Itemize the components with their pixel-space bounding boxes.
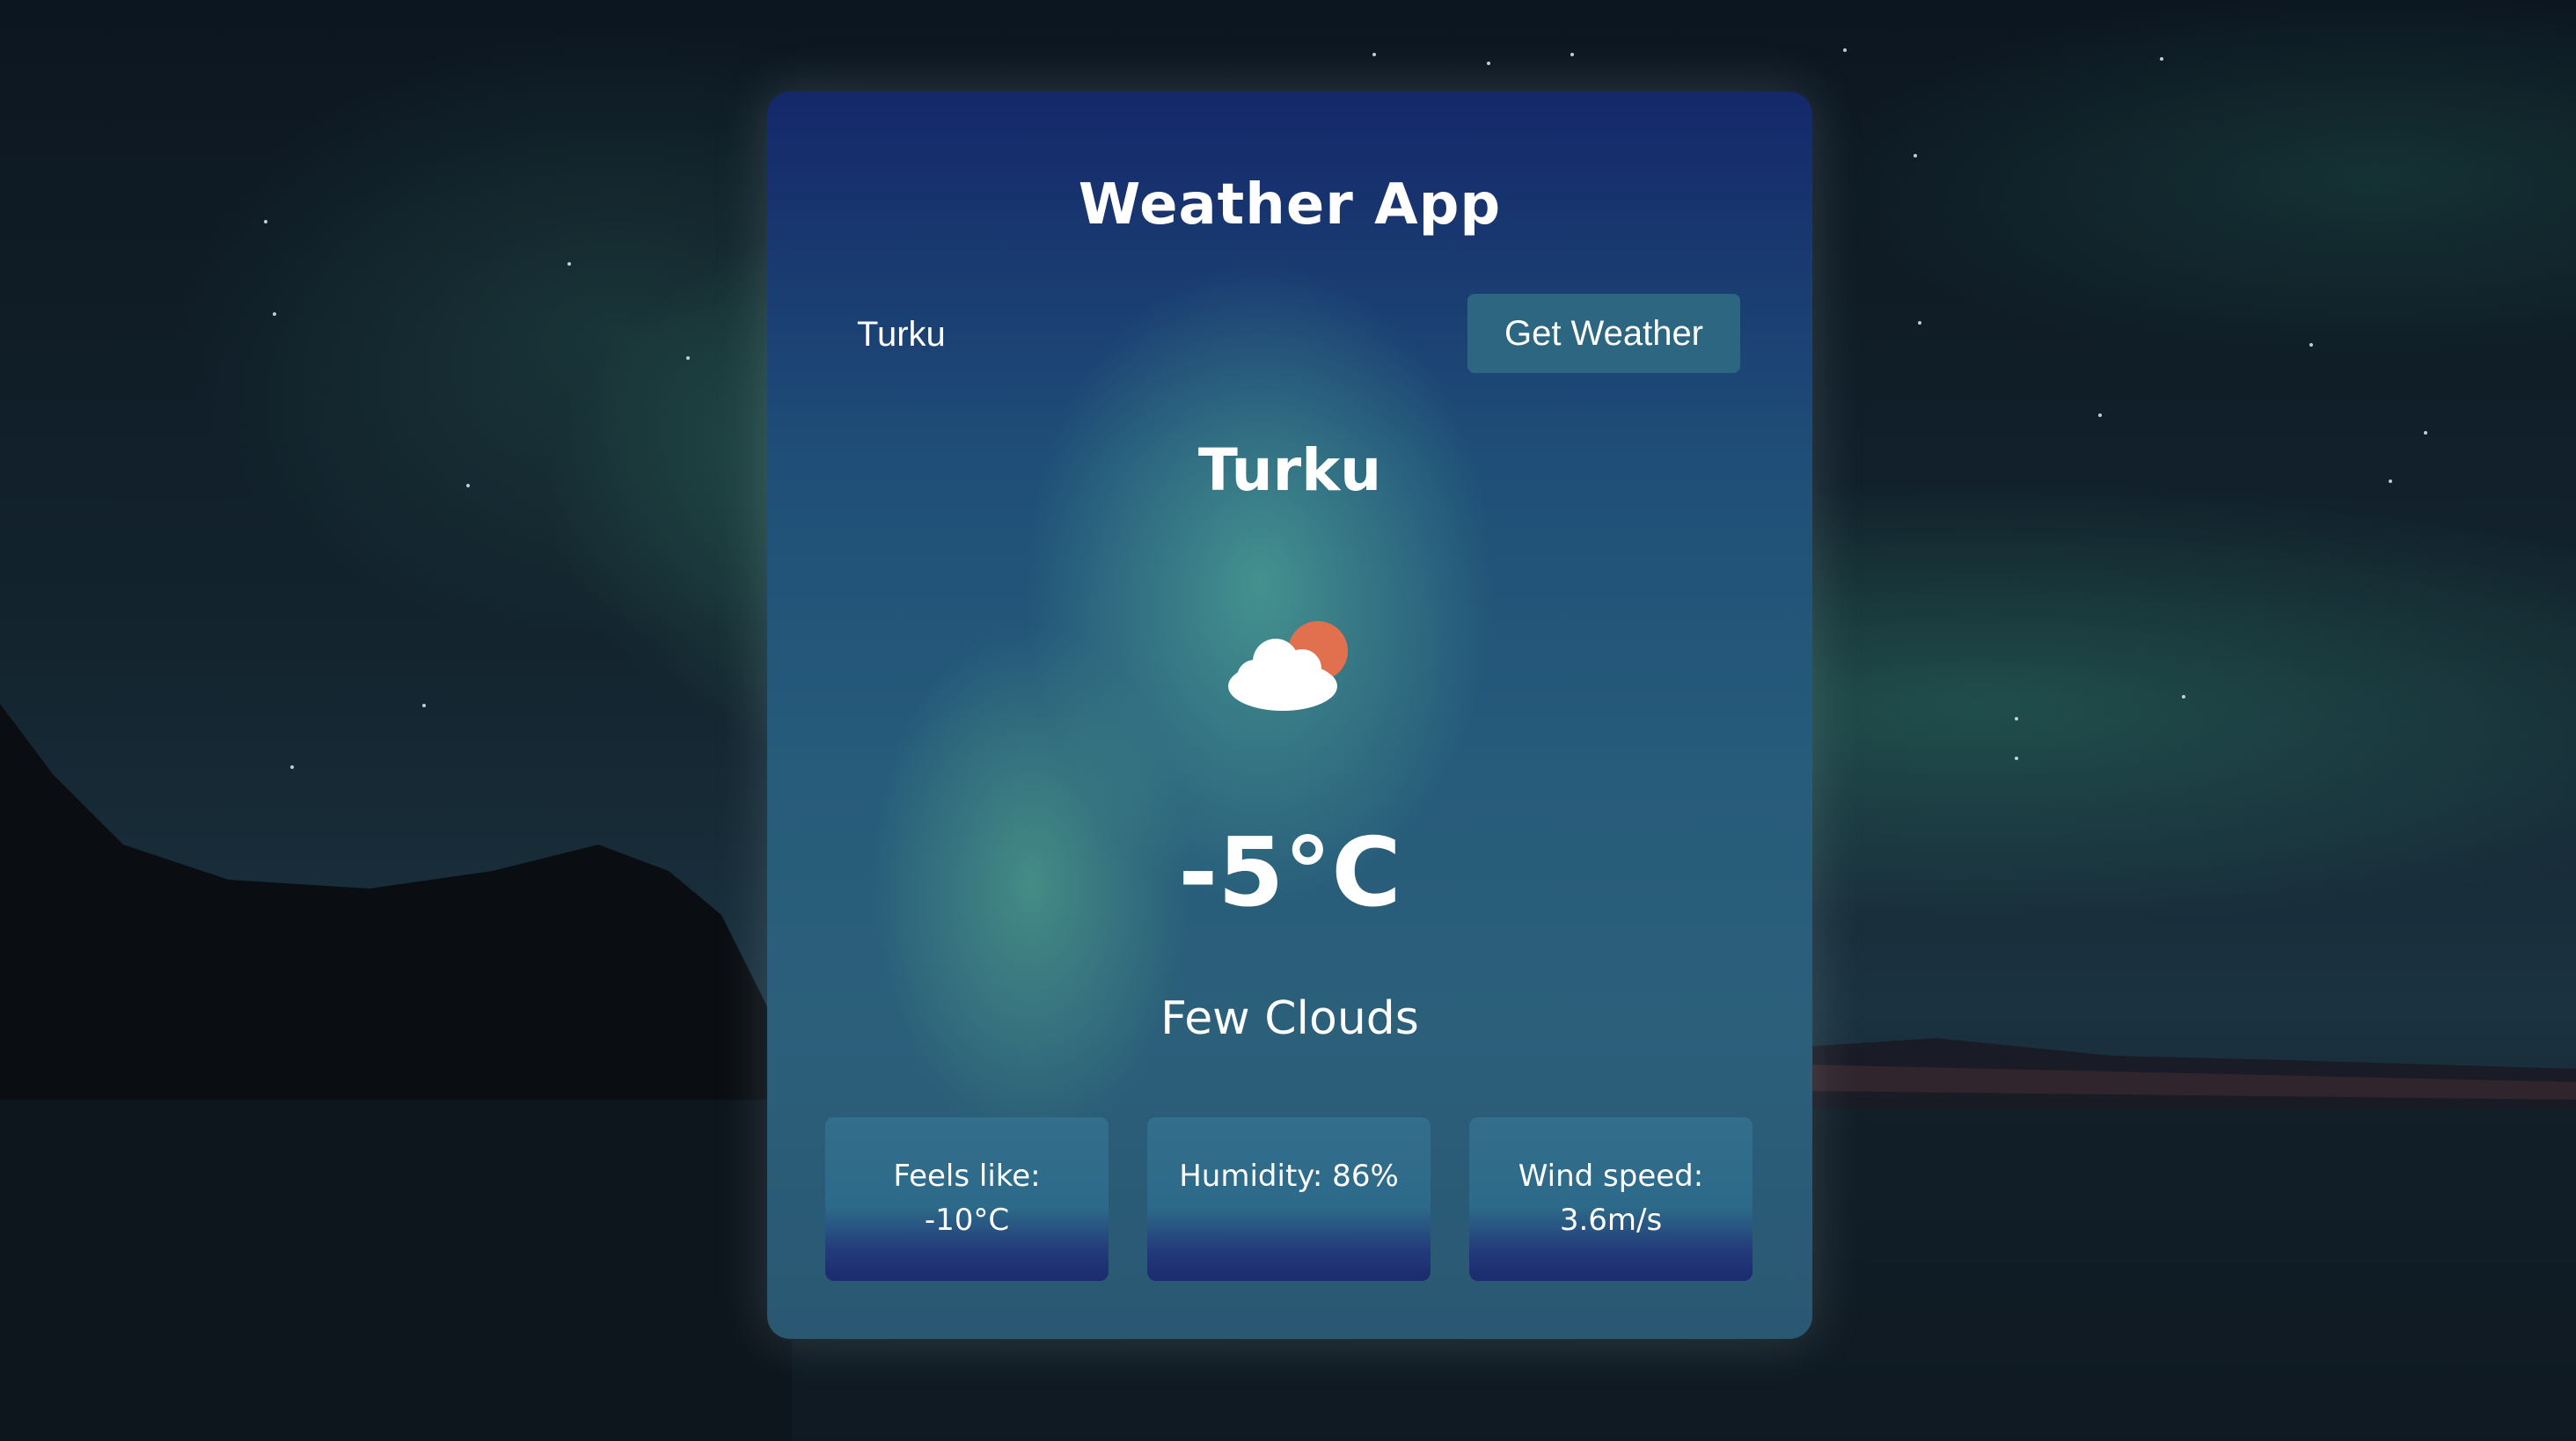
feels-like-label: Feels like: (893, 1159, 1041, 1194)
humidity-card: Humidity: 86% (1147, 1117, 1431, 1281)
city-search-input[interactable] (843, 297, 1371, 371)
few-clouds-icon (1221, 616, 1362, 713)
wind-speed-label: Wind speed: (1518, 1159, 1704, 1194)
feels-like-value: -10°C (924, 1203, 1010, 1238)
get-weather-button[interactable]: Get Weather (1467, 294, 1740, 373)
wind-speed-value: 3.6m/s (1559, 1203, 1663, 1238)
app-title: Weather App (1078, 172, 1502, 238)
city-name: Turku (1197, 436, 1382, 504)
temperature: -5°C (1178, 818, 1401, 928)
weather-description: Few Clouds (1160, 992, 1419, 1045)
humidity-text: Humidity: 86% (1179, 1159, 1399, 1194)
wind-speed-card: Wind speed: 3.6m/s (1469, 1117, 1753, 1281)
feels-like-card: Feels like: -10°C (825, 1117, 1109, 1281)
